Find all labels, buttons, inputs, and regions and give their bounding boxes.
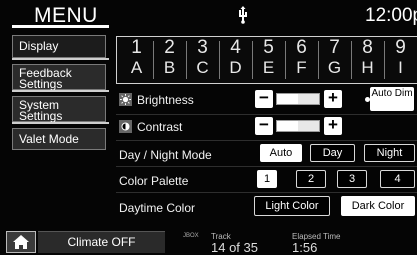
home-icon — [13, 235, 29, 249]
palette-3-button[interactable]: 3 — [337, 170, 367, 188]
preset-letter: G — [327, 58, 342, 77]
preset-letter: A — [130, 58, 143, 77]
row-divider — [116, 140, 417, 141]
preset-2[interactable]: 2B — [153, 37, 186, 78]
sidebar-item-display[interactable]: Display — [12, 35, 106, 58]
day-night-auto-button[interactable]: Auto — [260, 144, 302, 162]
home-button[interactable] — [6, 231, 36, 253]
sidebar-item-system-settings[interactable]: System Settings — [12, 96, 106, 122]
day-night-day-button[interactable]: Day — [310, 144, 355, 162]
preset-letter: C — [196, 58, 209, 77]
brightness-label: Brightness — [137, 93, 194, 107]
source-label: JBOX — [183, 233, 199, 239]
preset-1[interactable]: 1A — [120, 37, 153, 78]
preset-letter: D — [229, 58, 242, 77]
day-night-night-button[interactable]: Night — [364, 144, 415, 162]
preset-9[interactable]: 9I — [384, 37, 417, 78]
preset-number: 6 — [296, 37, 307, 58]
sidebar-item-feedback-settings[interactable]: Feedback Settings — [12, 64, 106, 90]
sidebar-item-label: Valet Mode — [19, 132, 79, 146]
preset-number: 1 — [131, 37, 142, 58]
dark-color-button[interactable]: Dark Color — [341, 196, 415, 216]
day-night-mode-label: Day / Night Mode — [119, 148, 212, 162]
sidebar-divider — [12, 90, 109, 92]
preset-6[interactable]: 6F — [285, 37, 318, 78]
preset-5[interactable]: 5E — [252, 37, 285, 78]
preset-7[interactable]: 7G — [318, 37, 351, 78]
track-value: 14 of 35 — [211, 240, 258, 255]
palette-1-button[interactable]: 1 — [257, 170, 277, 188]
usb-icon — [239, 6, 247, 24]
brightness-slider[interactable] — [276, 93, 320, 105]
sidebar-divider — [12, 58, 109, 60]
preset-number: 8 — [362, 37, 373, 58]
preset-letter: E — [262, 58, 275, 77]
daytime-color-label: Daytime Color — [119, 201, 196, 215]
contrast-label: Contrast — [137, 120, 183, 134]
contrast-icon — [119, 120, 132, 133]
preset-letter: I — [398, 58, 403, 77]
contrast-slider-fill — [277, 121, 298, 131]
brightness-decrease-button[interactable]: − — [255, 89, 273, 108]
preset-letter: H — [361, 58, 374, 77]
preset-letter: F — [296, 58, 307, 77]
contrast-increase-button[interactable]: + — [324, 116, 342, 135]
brightness-icon — [119, 93, 132, 106]
palette-2-button[interactable]: 2 — [296, 170, 326, 188]
preset-number: 7 — [329, 37, 340, 58]
row-divider — [116, 166, 417, 167]
palette-4-button[interactable]: 4 — [380, 170, 415, 188]
elapsed-time-value: 1:56 — [292, 240, 318, 255]
sidebar-item-label: System Settings — [19, 98, 63, 123]
preset-number: 2 — [164, 37, 175, 58]
sidebar-divider — [12, 122, 109, 124]
sidebar-item-label: Display — [19, 39, 59, 53]
preset-number: 4 — [230, 37, 241, 58]
preset-number: 3 — [197, 37, 208, 58]
brightness-increase-button[interactable]: + — [324, 89, 342, 108]
display-settings-screen: MENU 12:00pm Display Feedback Settings S… — [0, 0, 417, 255]
preset-letter: B — [163, 58, 176, 77]
contrast-decrease-button[interactable]: − — [255, 116, 273, 135]
preset-8[interactable]: 8H — [351, 37, 384, 78]
contrast-slider[interactable] — [276, 120, 320, 132]
climate-status-button[interactable]: Climate OFF — [38, 231, 165, 253]
clock: 12:00pm — [365, 5, 417, 26]
light-color-button[interactable]: Light Color — [254, 196, 330, 216]
sidebar-item-valet-mode[interactable]: Valet Mode — [12, 128, 106, 150]
preset-number: 9 — [395, 37, 406, 58]
sidebar-item-label: Feedback Settings — [19, 66, 72, 91]
row-divider — [116, 192, 417, 193]
brightness-slider-fill — [277, 94, 298, 104]
preset-4[interactable]: 4D — [219, 37, 252, 78]
preset-strip: 1A 2B 3C 4D 5E 6F 7G 8H 9I — [116, 36, 417, 84]
preset-number: 5 — [263, 37, 274, 58]
top-bar: MENU 12:00pm — [0, 0, 417, 30]
color-palette-label: Color Palette — [119, 174, 189, 188]
auto-dim-button[interactable]: Auto Dim — [370, 87, 414, 111]
title-underline — [12, 25, 109, 28]
preset-3[interactable]: 3C — [186, 37, 219, 78]
